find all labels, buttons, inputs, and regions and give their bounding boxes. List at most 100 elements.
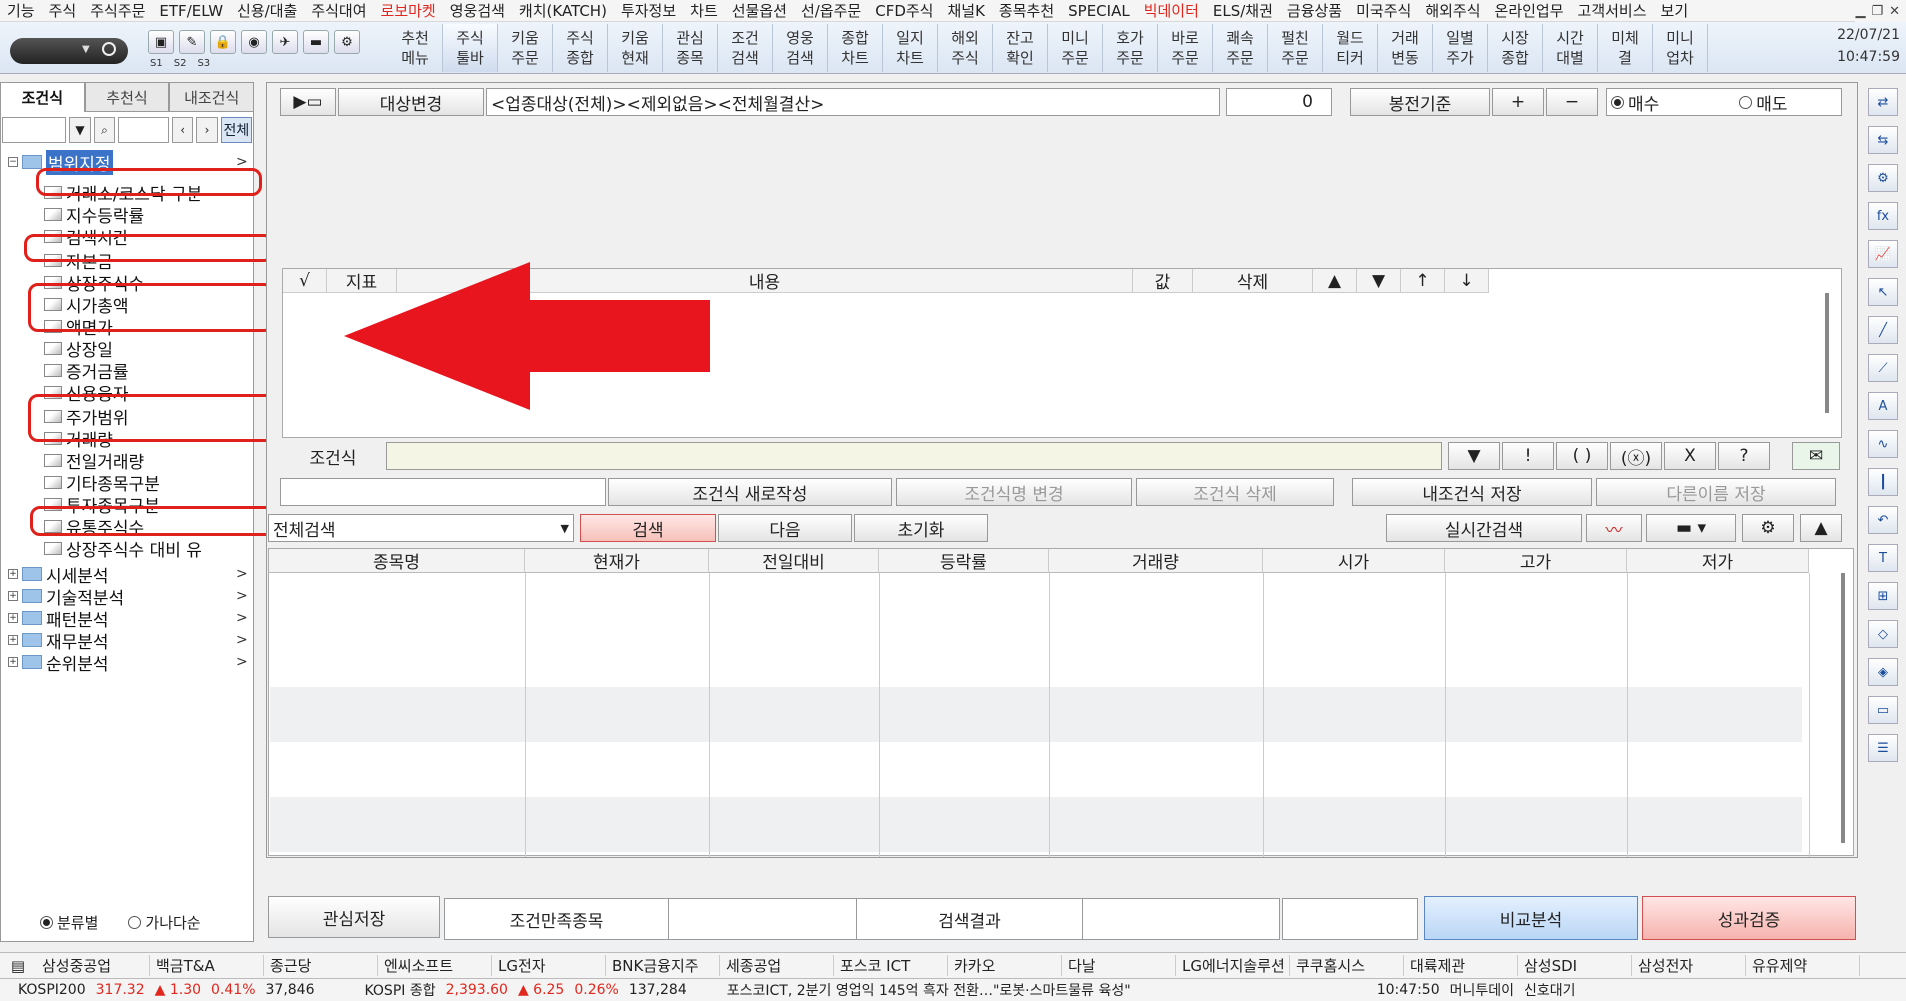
quick-button[interactable]: 종합 차트 (828, 24, 883, 72)
text-icon[interactable]: T (1868, 544, 1898, 572)
line-icon[interactable]: ╱ (1868, 316, 1898, 344)
ticker-item[interactable]: 삼성전자 (1632, 955, 1746, 976)
table-row[interactable] (270, 687, 1802, 742)
tab-0[interactable]: 조건식 (0, 82, 85, 112)
text-box-icon[interactable]: ▭ (1868, 696, 1898, 724)
bong-basis-button[interactable]: 봉전기준 (1350, 88, 1490, 116)
quick-button[interactable]: 주식 종합 (553, 24, 608, 72)
quick-button[interactable]: 월드 티커 (1323, 24, 1378, 72)
tree-group[interactable]: + 패턴분석 > (8, 608, 248, 631)
compare-analysis-button[interactable]: 비교분석 (1424, 896, 1638, 940)
menu-item[interactable]: 로보마켓 (374, 0, 443, 22)
lock-icon[interactable]: 🔒 (210, 30, 236, 54)
formula-button-5[interactable]: ? (1718, 442, 1770, 470)
menu-item[interactable]: ETF/ELW (152, 0, 230, 22)
action-button-0[interactable]: 조건식 새로작성 (608, 478, 892, 506)
menu-item[interactable]: 기능 (0, 0, 42, 22)
tab-2[interactable]: 내조건식 (169, 82, 255, 112)
tab-search-results[interactable]: 검색결과 (857, 899, 1083, 939)
menu-item[interactable]: 영웅검색 (443, 0, 512, 22)
expand-arrow-icon[interactable]: > (236, 566, 248, 582)
ticker-icon[interactable]: ▤ (0, 957, 36, 975)
pointer-icon[interactable]: ↖ (1868, 278, 1898, 306)
performance-verify-button[interactable]: 성과검증 (1642, 896, 1856, 940)
eraser-icon[interactable]: ◇ (1868, 620, 1898, 648)
quick-button[interactable]: 펄친 주문 (1268, 24, 1323, 72)
collapse-icon[interactable]: − (8, 157, 18, 167)
search-dropdown-icon[interactable]: ▼ (69, 117, 91, 143)
screen-slot-label[interactable]: S2 (174, 58, 187, 69)
quick-button[interactable]: 키움 현재 (608, 24, 663, 72)
expand-icon[interactable]: + (8, 591, 18, 601)
trend-icon[interactable]: ⟋ (1868, 354, 1898, 382)
expand-arrow-icon[interactable]: > (236, 588, 248, 604)
pencil-icon[interactable]: ✎ (179, 30, 205, 54)
tab-1[interactable]: 추천식 (84, 82, 170, 112)
chart-icon[interactable]: 〰 (1586, 514, 1642, 542)
menu-item[interactable]: 선물옵션 (725, 0, 794, 22)
ticker-item[interactable]: LG전자 (492, 955, 606, 976)
expand-icon[interactable]: + (8, 635, 18, 645)
menu-item[interactable]: 고객서비스 (1571, 0, 1654, 22)
menu-item[interactable]: 캐치(KATCH) (512, 0, 614, 22)
ticker-item[interactable]: 삼성중공업 (36, 955, 150, 976)
ticker-item[interactable]: 카카오 (948, 955, 1062, 976)
action-button-2[interactable]: 조건식 삭제 (1136, 478, 1334, 506)
menu-item[interactable]: 주식주문 (83, 0, 152, 22)
expand-icon[interactable]: + (8, 569, 18, 579)
tree-item[interactable]: 지수등락률 (44, 204, 144, 227)
menu-item[interactable]: CFD주식 (868, 0, 940, 22)
search-button[interactable]: 검색 (580, 514, 716, 542)
quick-button[interactable]: 호가 주문 (1103, 24, 1158, 72)
menu-item[interactable]: 신용/대출 (230, 0, 304, 22)
close-icon[interactable]: ✕ (1889, 4, 1900, 19)
auto-icon[interactable]: A (1868, 392, 1898, 420)
formula-button-2[interactable]: ( ) (1556, 442, 1608, 470)
expand-arrow-icon[interactable]: > (236, 610, 248, 626)
expand-arrow-icon[interactable]: > (236, 632, 248, 648)
quick-button[interactable]: 추천 메뉴 (388, 24, 443, 72)
wave-icon[interactable]: ∿ (1868, 430, 1898, 458)
quick-button[interactable]: 바로 주문 (1158, 24, 1213, 72)
menu-item[interactable]: 차트 (683, 0, 725, 22)
expand-icon[interactable]: + (8, 613, 18, 623)
grid1-scrollbar[interactable] (1825, 293, 1829, 413)
sort-radio-1[interactable]: 가나다순 (128, 912, 201, 933)
dropdown-arrow-icon[interactable]: ▼ (82, 44, 90, 55)
condition-name-input[interactable] (280, 478, 606, 506)
excel-icon[interactable]: ✉ (1792, 442, 1840, 470)
minimize-icon[interactable]: ▁ (1855, 4, 1865, 19)
scope-select[interactable]: 전체검색 ▼ (268, 514, 574, 542)
sort-radio-0[interactable]: 분류별 (40, 912, 98, 933)
realtime-search-button[interactable]: 실시간검색 (1386, 514, 1582, 542)
quick-button[interactable]: 거래 변동 (1378, 24, 1433, 72)
tree-group[interactable]: + 기술적분석 > (8, 586, 248, 609)
menu-item[interactable]: 온라인업무 (1488, 0, 1571, 22)
quick-button[interactable]: 시장 종합 (1488, 24, 1543, 72)
tree-item[interactable]: 기타종목구분 (44, 472, 160, 495)
quick-button[interactable]: 미니 주문 (1048, 24, 1103, 72)
menu-item[interactable]: 보기 (1654, 0, 1696, 22)
ticker-item[interactable]: 종근당 (264, 955, 378, 976)
gear-icon[interactable]: ⚙ (1868, 164, 1898, 192)
ticker-item[interactable]: LG에너지솔루션 (1176, 955, 1290, 976)
gear-icon[interactable]: ⚙ (334, 30, 360, 54)
menu-item[interactable]: 주식대여 (304, 0, 373, 22)
tree-group[interactable]: + 시세분석 > (8, 564, 248, 587)
screen-icon[interactable]: ▬ (303, 30, 329, 54)
quick-button[interactable]: 영웅 검색 (773, 24, 828, 72)
save-icon[interactable]: ▣ (148, 30, 174, 54)
action-button-3[interactable]: 내조건식 저장 (1352, 478, 1592, 506)
camera-icon[interactable]: ◉ (241, 30, 267, 54)
next-icon[interactable]: › (196, 117, 218, 143)
ticker-item[interactable]: 엔씨소프트 (378, 955, 492, 976)
ticker-item[interactable]: BNK금융지주 (606, 955, 720, 976)
tree-item[interactable]: 전일거래량 (44, 450, 144, 473)
quick-button[interactable]: 조건 검색 (718, 24, 773, 72)
menu-item[interactable]: 미국주식 (1349, 0, 1418, 22)
layout-select[interactable]: ▬ ▾ (1646, 514, 1736, 542)
ticker-item[interactable]: 세종공업 (720, 955, 834, 976)
quick-button[interactable]: 쾌속 주문 (1213, 24, 1268, 72)
reset-button[interactable]: 초기화 (854, 514, 988, 542)
quick-button[interactable]: 일별 주가 (1433, 24, 1488, 72)
